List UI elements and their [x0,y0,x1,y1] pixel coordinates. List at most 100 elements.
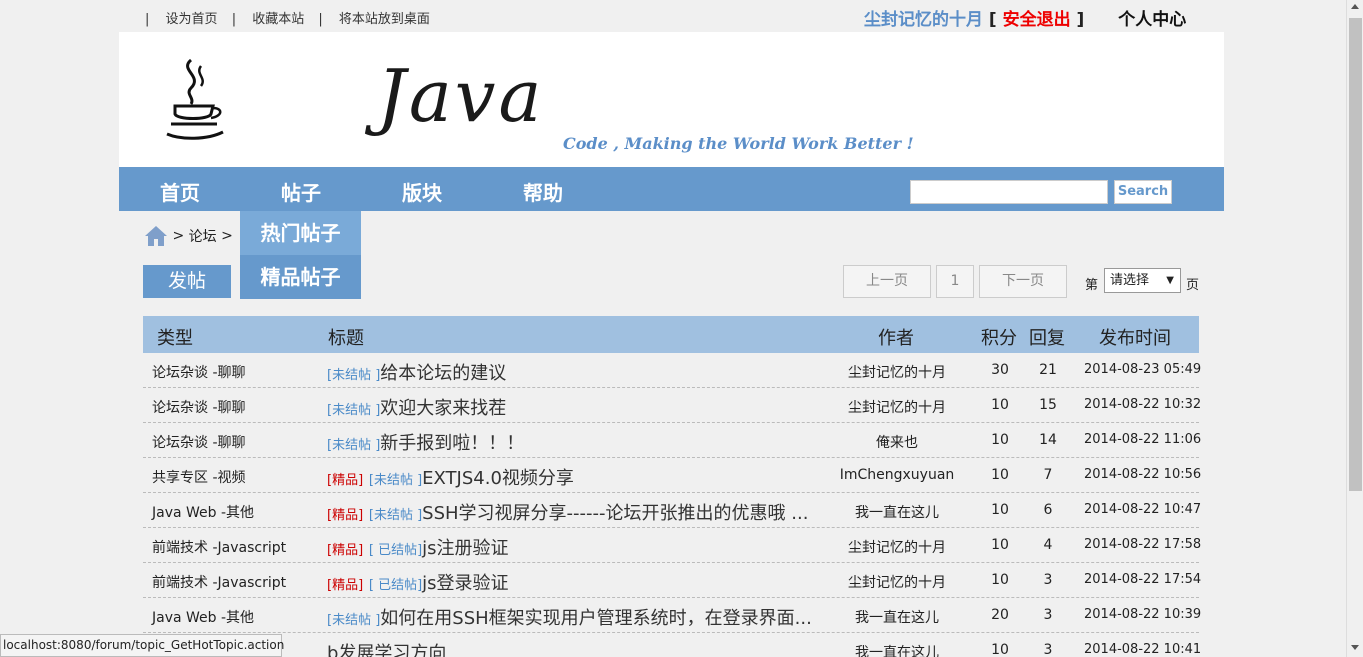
desktop-shortcut-link[interactable]: 将本站放到桌面 [339,12,430,27]
header-author: 作者 [878,328,914,349]
row-title[interactable]: [精品] [ 已结帖]js注册验证 [327,534,509,560]
row-title[interactable]: [未结帖 ]欢迎大家来找茬 [327,394,506,420]
row-author[interactable]: 俺来也 [837,432,957,452]
row-title[interactable]: [精品] [未结帖 ]SSH学习视屏分享------论坛开张推出的优惠哦 ... [327,499,808,525]
row-replies: 7 [1043,467,1053,483]
home-icon[interactable] [144,224,168,248]
row-score: 10 [991,467,1009,483]
nav-posts[interactable]: 帖子 [281,177,321,206]
search-input[interactable] [910,180,1108,204]
row-time: 2014-08-22 10:41 [1084,642,1202,657]
row-author[interactable]: 尘封记忆的十月 [837,362,957,382]
row-type[interactable]: Java Web -其他 [152,502,254,522]
dropdown-arrow-icon: ▼ [1166,275,1174,286]
row-title-text[interactable]: SSH学习视屏分享------论坛开张推出的优惠哦 ... [422,503,808,524]
row-replies: 6 [1043,502,1053,518]
next-page-button[interactable]: 下一页 [979,265,1067,298]
row-title-text[interactable]: js注册验证 [422,538,508,559]
table-row[interactable]: 共享专区 -视频 [精品] [未结帖 ]EXTJS4.0视频分享 ImChengxu… [143,458,1201,493]
logout-link[interactable]: 安全退出 [1003,10,1071,30]
table-row[interactable]: 论坛杂谈 -聊聊 [未结帖 ]欢迎大家来找茬 尘封记忆的十月 10 15 2014-08-… [143,388,1202,423]
page-select[interactable]: 请选择 ▼ [1104,268,1181,293]
row-time: 2014-08-22 10:32 [1084,397,1202,412]
status-tag: [ 已结帖] [368,543,423,558]
row-score: 20 [991,607,1009,623]
row-score: 30 [991,362,1009,378]
top-bar: | 设为首页 | 收藏本站 | 将本站放到桌面 尘封记忆的十月 [ 安全退出 ]… [119,0,1224,32]
bookmark-link[interactable]: 收藏本站 [252,12,304,27]
prev-page-button[interactable]: 上一页 [843,265,931,298]
table-body: 论坛杂谈 -聊聊 [未结帖 ]给本论坛的建议 尘封记忆的十月 30 21 2014-08-… [143,353,1202,657]
row-title[interactable]: [未结帖 ]新手报到啦！！！ [327,429,524,455]
row-author[interactable]: ImChengxuyuan [837,467,957,483]
essence-tag: [精品] [327,543,364,558]
scroll-down-icon[interactable] [1351,645,1359,650]
row-author[interactable]: 我一直在这儿 [837,502,957,522]
row-author[interactable]: 尘封记忆的十月 [837,572,957,592]
row-time: 2014-08-22 11:06 [1084,432,1202,447]
row-title-text[interactable]: 欢迎大家来找茬 [380,398,506,419]
row-title[interactable]: [未结帖 ]如何在用SSH框架实现用户管理系统时，在登录界面... [327,604,812,630]
nav-help[interactable]: 帮助 [523,177,563,206]
table-row[interactable]: b发展学习方向 我一直在这儿 10 3 2014-08-22 10:41 [143,633,1202,657]
row-type[interactable]: 论坛杂谈 -聊聊 [152,362,246,382]
row-score: 10 [991,572,1009,588]
username-link[interactable]: 尘封记忆的十月 [864,10,983,30]
row-type[interactable]: 前端技术 -Javascript [152,537,286,557]
table-row[interactable]: 前端技术 -Javascript [精品] [ 已结帖]js登录验证 尘封记忆的十月… [143,563,1201,598]
row-type[interactable]: 论坛杂谈 -聊聊 [152,432,246,452]
menu-item-essence-posts[interactable]: 精品帖子 [240,255,361,299]
slogan: Code , Making the World Work Better ! [563,134,914,153]
current-page-button[interactable]: 1 [936,265,974,298]
nav-home[interactable]: 首页 [160,177,200,206]
row-score: 10 [991,502,1009,518]
row-title-text[interactable]: 如何在用SSH框架实现用户管理系统时，在登录界面... [380,608,812,629]
row-author[interactable]: 尘封记忆的十月 [837,397,957,417]
row-type[interactable]: 前端技术 -Javascript [152,572,286,592]
row-title[interactable]: [精品] [ 已结帖]js登录验证 [327,569,509,595]
table-row[interactable]: 前端技术 -Javascript [精品] [ 已结帖]js注册验证 尘封记忆的十月… [143,528,1202,563]
user-center-link[interactable]: 个人中心 [1118,10,1186,30]
row-title[interactable]: b发展学习方向 [327,639,446,657]
row-title-text[interactable]: js登录验证 [422,573,508,594]
menu-item-hot-posts[interactable]: 热门帖子 [240,211,361,255]
table-row[interactable]: Java Web -其他 [精品] [未结帖 ]SSH学习视屏分享------论坛… [143,493,1202,528]
essence-tag: [精品] [327,508,364,523]
row-time: 2014-08-22 10:47 [1084,502,1202,517]
row-title-text[interactable]: b发展学习方向 [327,643,446,657]
row-replies: 21 [1039,362,1057,378]
row-author[interactable]: 我一直在这儿 [837,642,957,657]
row-type[interactable]: Java Web -其他 [152,607,254,627]
row-type[interactable]: 论坛杂谈 -聊聊 [152,397,246,417]
row-type[interactable]: 共享专区 -视频 [152,467,246,487]
page-label-after: 页 [1186,278,1200,293]
top-links: | 设为首页 | 收藏本站 | 将本站放到桌面 [145,12,430,27]
row-score: 10 [991,537,1009,553]
set-homepage-link[interactable]: 设为首页 [166,12,218,27]
row-author[interactable]: 我一直在这儿 [837,607,957,627]
breadcrumb-forum[interactable]: 论坛 [189,229,217,245]
row-title-text[interactable]: EXTJS4.0视频分享 [422,468,574,489]
row-title[interactable]: [精品] [未结帖 ]EXTJS4.0视频分享 [327,464,574,490]
table-row[interactable]: 论坛杂谈 -聊聊 [未结帖 ]新手报到啦！！！ 俺来也 10 14 2014-08-22 … [143,423,1202,458]
row-author[interactable]: 尘封记忆的十月 [837,537,957,557]
table-row[interactable]: Java Web -其他 [未结帖 ]如何在用SSH框架实现用户管理系统时，在登录… [143,598,1201,633]
search-button[interactable]: Search [1114,180,1172,204]
row-title-text[interactable]: 给本论坛的建议 [380,363,506,384]
scroll-thumb[interactable] [1349,18,1362,491]
status-tag: [未结帖 ] [327,613,381,628]
new-post-button[interactable]: 发帖 [143,265,231,298]
scroll-up-icon[interactable] [1351,4,1359,9]
header-replies: 回复 [1029,328,1065,349]
row-title-text[interactable]: 新手报到啦！！！ [380,433,524,454]
nav-boards[interactable]: 版块 [402,177,442,206]
row-title[interactable]: [未结帖 ]给本论坛的建议 [327,359,506,385]
header-time: 发布时间 [1099,328,1171,349]
table-row[interactable]: 论坛杂谈 -聊聊 [未结帖 ]给本论坛的建议 尘封记忆的十月 30 21 2014-08-… [143,353,1201,388]
table-header: 类型 标题 作者 积分 回复 发布时间 [143,316,1199,353]
status-tag: [未结帖 ] [368,508,423,523]
header-score: 积分 [981,328,1017,349]
row-time: 2014-08-22 17:58 [1084,537,1202,552]
row-replies: 3 [1043,642,1053,657]
vertical-scrollbar[interactable] [1346,0,1363,657]
